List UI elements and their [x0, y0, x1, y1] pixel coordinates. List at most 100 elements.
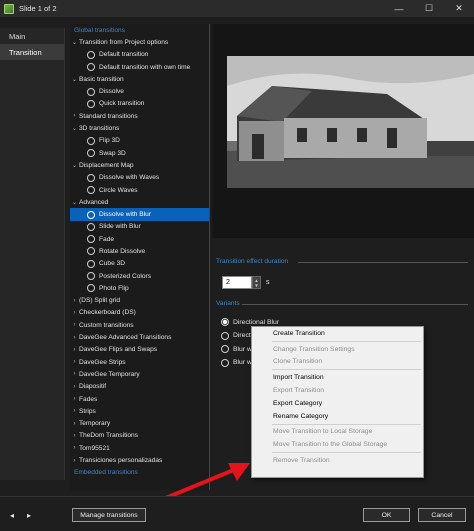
tree-category[interactable]: › Temporary — [70, 418, 209, 430]
tree-category[interactable]: ⌄ 3D transitions — [70, 122, 209, 134]
tree-transition-item[interactable]: Quick transition — [70, 98, 209, 110]
close-button[interactable]: ✕ — [444, 0, 474, 17]
tree-category[interactable]: › Strips — [70, 405, 209, 417]
tree-transition-item[interactable]: Swap 3D — [70, 147, 209, 159]
tree-category[interactable]: › Standard transitions — [70, 110, 209, 122]
chevron-right-icon[interactable]: › — [70, 421, 79, 427]
tree-category[interactable]: › TheDom Transitions — [70, 430, 209, 442]
duration-unit: s — [266, 279, 270, 286]
duration-spinner[interactable]: ▲ ▼ — [252, 276, 261, 289]
radio-icon[interactable] — [87, 99, 95, 108]
tree-category[interactable]: › Fades — [70, 393, 209, 405]
chevron-right-icon[interactable]: › — [70, 347, 79, 353]
prev-slide-icon[interactable]: ◂ — [10, 511, 14, 520]
radio-icon[interactable] — [87, 210, 95, 219]
variant-option[interactable]: Directional Blur — [221, 318, 279, 326]
tree-transition-item[interactable]: Posterized Colors — [70, 270, 209, 282]
maximize-button[interactable]: ☐ — [414, 0, 444, 17]
chevron-down-icon[interactable]: ⌄ — [70, 199, 79, 206]
tree-transition-item[interactable]: Rotate Dissolve — [70, 245, 209, 257]
variant-option[interactable]: Directi — [221, 331, 252, 340]
minimize-button[interactable]: — — [384, 0, 414, 17]
tree-transition-item[interactable]: Dissolve — [70, 85, 209, 97]
tree-row-label: Embedded transitions — [74, 469, 138, 477]
radio-icon[interactable] — [87, 173, 95, 182]
tree-category[interactable]: ⌄ Transition from Project options — [70, 36, 209, 48]
chevron-down-icon[interactable]: ⌄ — [70, 39, 79, 46]
radio-icon[interactable] — [87, 222, 95, 231]
tree-category[interactable]: › DaveGee Flips and Swaps — [70, 344, 209, 356]
chevron-down-icon[interactable]: ⌄ — [70, 76, 79, 83]
chevron-right-icon[interactable]: › — [70, 408, 79, 414]
tree-category[interactable]: › Custom transitions — [70, 319, 209, 331]
variant-option[interactable]: Blur w — [221, 358, 252, 367]
radio-icon[interactable] — [87, 247, 95, 256]
nav-item-transition[interactable]: Transition — [0, 44, 64, 60]
chevron-right-icon[interactable]: › — [70, 371, 79, 377]
radio-icon[interactable] — [87, 50, 95, 59]
chevron-right-icon[interactable]: › — [70, 298, 79, 304]
radio-icon[interactable] — [87, 259, 95, 268]
chevron-right-icon[interactable]: › — [70, 458, 79, 464]
radio-icon[interactable] — [221, 345, 229, 353]
menu-item-export-category[interactable]: Export Category — [252, 397, 423, 410]
context-menu: Create Transition Change Transition Setti… — [251, 326, 424, 478]
menu-item-import-transition[interactable]: Import Transition — [252, 371, 423, 384]
transitions-tree[interactable]: Global transitions ⌄ Transition from Proje… — [70, 24, 210, 490]
tree-category[interactable]: › DaveGee Advanced Transitions — [70, 331, 209, 343]
tree-transition-item[interactable]: Photo Flip — [70, 282, 209, 294]
radio-icon[interactable] — [87, 87, 95, 96]
menu-item-rename-category[interactable]: Rename Category — [252, 410, 423, 423]
tree-category[interactable]: › DaveGee Strips — [70, 356, 209, 368]
tree-category[interactable]: ⌄ Basic transition — [70, 73, 209, 85]
radio-icon[interactable] — [221, 318, 229, 326]
chevron-right-icon[interactable]: › — [70, 322, 79, 328]
radio-icon[interactable] — [221, 331, 229, 340]
variant-option[interactable]: Blur w — [221, 345, 252, 353]
tree-transition-item[interactable]: Slide with Blur — [70, 221, 209, 233]
menu-item-create-transition[interactable]: Create Transition — [252, 327, 423, 340]
radio-icon[interactable] — [221, 358, 229, 367]
radio-icon[interactable] — [87, 272, 95, 281]
chevron-right-icon[interactable]: › — [70, 396, 79, 402]
tree-transition-item[interactable]: Default transition with own time — [70, 61, 209, 73]
ok-button[interactable]: OK — [363, 508, 410, 522]
duration-input[interactable]: 2 — [222, 276, 252, 289]
spin-down-icon[interactable]: ▼ — [254, 283, 258, 288]
tree-category[interactable]: ⌄ Advanced — [70, 196, 209, 208]
next-slide-icon[interactable]: ▸ — [27, 511, 31, 520]
tree-transition-item[interactable]: Dissolve with Waves — [70, 172, 209, 184]
tree-transition-item[interactable]: Flip 3D — [70, 135, 209, 147]
chevron-right-icon[interactable]: › — [70, 310, 79, 316]
chevron-right-icon[interactable]: › — [70, 113, 79, 119]
radio-icon[interactable] — [87, 284, 95, 293]
radio-icon[interactable] — [87, 149, 95, 158]
tree-category[interactable]: ⌄ Displacement Map — [70, 159, 209, 171]
radio-icon[interactable] — [87, 63, 95, 72]
radio-icon[interactable] — [87, 235, 95, 244]
manage-transitions-button[interactable]: Manage transitions — [72, 508, 146, 522]
menu-separator — [272, 340, 421, 342]
tree-category[interactable]: › DaveGee Temporary — [70, 368, 209, 380]
radio-icon[interactable] — [87, 136, 95, 145]
tree-transition-item[interactable]: Default transition — [70, 49, 209, 61]
chevron-right-icon[interactable]: › — [70, 335, 79, 341]
chevron-right-icon[interactable]: › — [70, 433, 79, 439]
tree-category[interactable]: › Checkerboard (DS) — [70, 307, 209, 319]
tree-transition-item[interactable]: Circle Waves — [70, 184, 209, 196]
chevron-right-icon[interactable]: › — [70, 384, 79, 390]
chevron-right-icon[interactable]: › — [70, 445, 79, 451]
tree-transition-item[interactable]: Fade — [70, 233, 209, 245]
tree-category[interactable]: › Diapositif — [70, 381, 209, 393]
tree-category[interactable]: › (DS) Split grid — [70, 295, 209, 307]
tree-row-label: Posterized Colors — [99, 272, 152, 280]
tree-category[interactable]: › Tom95521 — [70, 442, 209, 454]
chevron-down-icon[interactable]: ⌄ — [70, 162, 79, 169]
tree-transition-item[interactable]: Cube 3D — [70, 258, 209, 270]
chevron-right-icon[interactable]: › — [70, 359, 79, 365]
radio-icon[interactable] — [87, 186, 95, 194]
tree-transition-item[interactable]: Dissolve with Blur — [70, 208, 209, 221]
cancel-button[interactable]: Cancel — [418, 508, 466, 522]
nav-item-main[interactable]: Main — [0, 28, 64, 44]
chevron-down-icon[interactable]: ⌄ — [70, 125, 79, 132]
